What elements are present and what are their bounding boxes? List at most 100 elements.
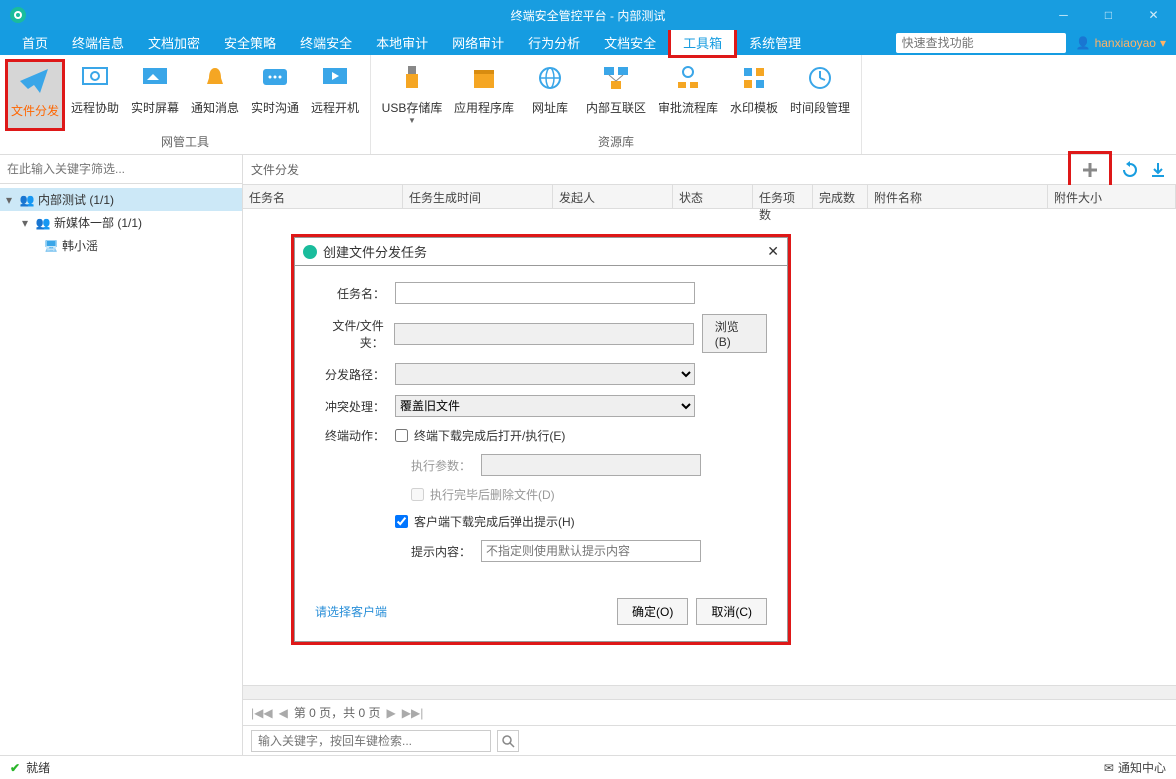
ribbon-time-manage[interactable]: 时间段管理: [784, 59, 856, 131]
menu-terminal-info[interactable]: 终端信息: [60, 30, 136, 55]
tree-item-root[interactable]: ▾ 👥 内部测试 (1/1): [0, 188, 242, 211]
menu-local-audit[interactable]: 本地审计: [364, 30, 440, 55]
menu-doc-encrypt[interactable]: 文档加密: [136, 30, 212, 55]
ribbon-url-lib[interactable]: 网址库: [520, 59, 580, 131]
bottom-search-input[interactable]: [251, 730, 491, 752]
quick-search[interactable]: [896, 33, 1066, 53]
flow-icon: [671, 61, 705, 95]
label-path: 分发路径：: [315, 366, 395, 383]
user-icon: 👤: [1076, 36, 1091, 50]
input-tip[interactable]: [481, 540, 701, 562]
cancel-button[interactable]: 取消(C): [696, 598, 767, 625]
th-items[interactable]: 任务项数: [753, 185, 813, 208]
monitor-image-icon: [138, 61, 172, 95]
check-icon: ✔: [10, 761, 20, 775]
select-client-link[interactable]: 请选择客户端: [315, 603, 387, 620]
pc-icon: 🖥: [44, 239, 58, 253]
add-task-button[interactable]: [1068, 151, 1112, 189]
checkbox-popup-after[interactable]: [395, 515, 408, 528]
input-exec-param: [481, 454, 701, 476]
download-button[interactable]: [1148, 160, 1168, 180]
notify-center[interactable]: ✉ 通知中心: [1104, 759, 1166, 776]
ribbon-approval-lib[interactable]: 审批流程库: [652, 59, 724, 131]
th-sender[interactable]: 发起人: [553, 185, 673, 208]
menu-system[interactable]: 系统管理: [737, 30, 813, 55]
ribbon-watermark[interactable]: 水印模板: [724, 59, 784, 131]
dialog-icon: [303, 245, 317, 259]
ok-button[interactable]: 确定(O): [617, 598, 688, 625]
maximize-button[interactable]: □: [1086, 0, 1131, 30]
close-button[interactable]: ✕: [1131, 0, 1176, 30]
ribbon-usb-lib[interactable]: USB存储库 ▼: [376, 59, 448, 131]
expand-icon[interactable]: ▾: [6, 193, 16, 207]
minimize-button[interactable]: ─: [1041, 0, 1086, 30]
label-popup-after: 客户端下载完成后弹出提示(H): [414, 513, 575, 530]
content: ▾ 👥 内部测试 (1/1) ▾ 👥 新媒体一部 (1/1) 🖥 韩小滛 文件分…: [0, 155, 1176, 755]
page-prev[interactable]: ◀: [279, 706, 288, 720]
ribbon-remote-power[interactable]: 远程开机: [305, 59, 365, 131]
tree: ▾ 👥 内部测试 (1/1) ▾ 👥 新媒体一部 (1/1) 🖥 韩小滛: [0, 184, 242, 261]
paper-plane-icon: [18, 64, 52, 98]
ribbon-chat[interactable]: 实时沟通: [245, 59, 305, 131]
th-time[interactable]: 任务生成时间: [403, 185, 553, 208]
refresh-button[interactable]: [1120, 160, 1140, 180]
menu-terminal-security[interactable]: 终端安全: [288, 30, 364, 55]
menu-home[interactable]: 首页: [10, 30, 60, 55]
tree-item-user[interactable]: 🖥 韩小滛: [0, 234, 242, 257]
tree-label: 韩小滛: [62, 237, 98, 254]
status-bar: ✔ 就绪 ✉ 通知中心: [0, 755, 1176, 779]
table-body: 创建文件分发任务 ✕ 任务名： 文件/文件夹： 浏览(B): [243, 209, 1176, 685]
menu-behavior[interactable]: 行为分析: [516, 30, 592, 55]
label-file: 文件/文件夹：: [315, 317, 394, 351]
menu-doc-security[interactable]: 文档安全: [592, 30, 668, 55]
expand-icon[interactable]: ▾: [22, 216, 32, 230]
th-status[interactable]: 状态: [673, 185, 753, 208]
ribbon-file-distribute[interactable]: 文件分发: [5, 59, 65, 131]
ribbon-remote-assist[interactable]: 远程协助: [65, 59, 125, 131]
label-taskname: 任务名：: [315, 285, 395, 302]
ribbon-internal-net[interactable]: 内部互联区: [580, 59, 652, 131]
ribbon-app-lib[interactable]: 应用程序库: [448, 59, 520, 131]
app-title: 终端安全管控平台 - 内部测试: [511, 7, 666, 24]
ribbon-group-resource: 资源库: [376, 131, 856, 152]
checkbox-open-after[interactable]: [395, 429, 408, 442]
dialog-close-button[interactable]: ✕: [767, 243, 779, 260]
menu-network-audit[interactable]: 网络审计: [440, 30, 516, 55]
browse-button[interactable]: 浏览(B): [702, 314, 767, 353]
label-conflict: 冲突处理：: [315, 398, 395, 415]
th-done[interactable]: 完成数: [813, 185, 868, 208]
ribbon-notify[interactable]: 通知消息: [185, 59, 245, 131]
clock-icon: [803, 61, 837, 95]
th-taskname[interactable]: 任务名: [243, 185, 403, 208]
page-first[interactable]: |◀◀: [251, 706, 273, 720]
select-path[interactable]: [395, 363, 695, 385]
ribbon-realtime-screen[interactable]: 实时屏幕: [125, 59, 185, 131]
select-conflict[interactable]: 覆盖旧文件: [395, 395, 695, 417]
input-taskname[interactable]: [395, 282, 695, 304]
menu-toolbox[interactable]: 工具箱: [671, 30, 734, 55]
th-attachsize[interactable]: 附件大小: [1048, 185, 1176, 208]
pager: |◀◀ ◀ 第 0 页，共 0 页 ▶ ▶▶|: [243, 699, 1176, 725]
input-file: [394, 323, 694, 345]
bottom-search-button[interactable]: [497, 730, 519, 752]
globe-icon: [533, 61, 567, 95]
horizontal-scrollbar[interactable]: [243, 685, 1176, 699]
grid-icon: [737, 61, 771, 95]
tree-item-dept[interactable]: ▾ 👥 新媒体一部 (1/1): [0, 211, 242, 234]
quick-search-input[interactable]: [896, 33, 1066, 53]
user-menu[interactable]: 👤 hanxiaoyao ▾: [1076, 36, 1166, 50]
page-last[interactable]: ▶▶|: [402, 706, 424, 720]
panel-title: 文件分发: [251, 161, 299, 178]
menu-security-policy[interactable]: 安全策略: [212, 30, 288, 55]
page-text: 第 0 页，共 0 页: [294, 704, 381, 721]
dialog-title: 创建文件分发任务: [323, 242, 427, 261]
sidebar-filter-input[interactable]: [4, 159, 238, 179]
dropdown-icon: ▼: [408, 116, 416, 125]
usb-icon: [395, 61, 429, 95]
notify-text: 通知中心: [1118, 759, 1166, 776]
page-next[interactable]: ▶: [387, 706, 396, 720]
group-icon: 👥: [20, 193, 34, 207]
label-delete-after: 执行完毕后删除文件(D): [430, 486, 555, 503]
th-attachname[interactable]: 附件名称: [868, 185, 1048, 208]
network-icon: [599, 61, 633, 95]
